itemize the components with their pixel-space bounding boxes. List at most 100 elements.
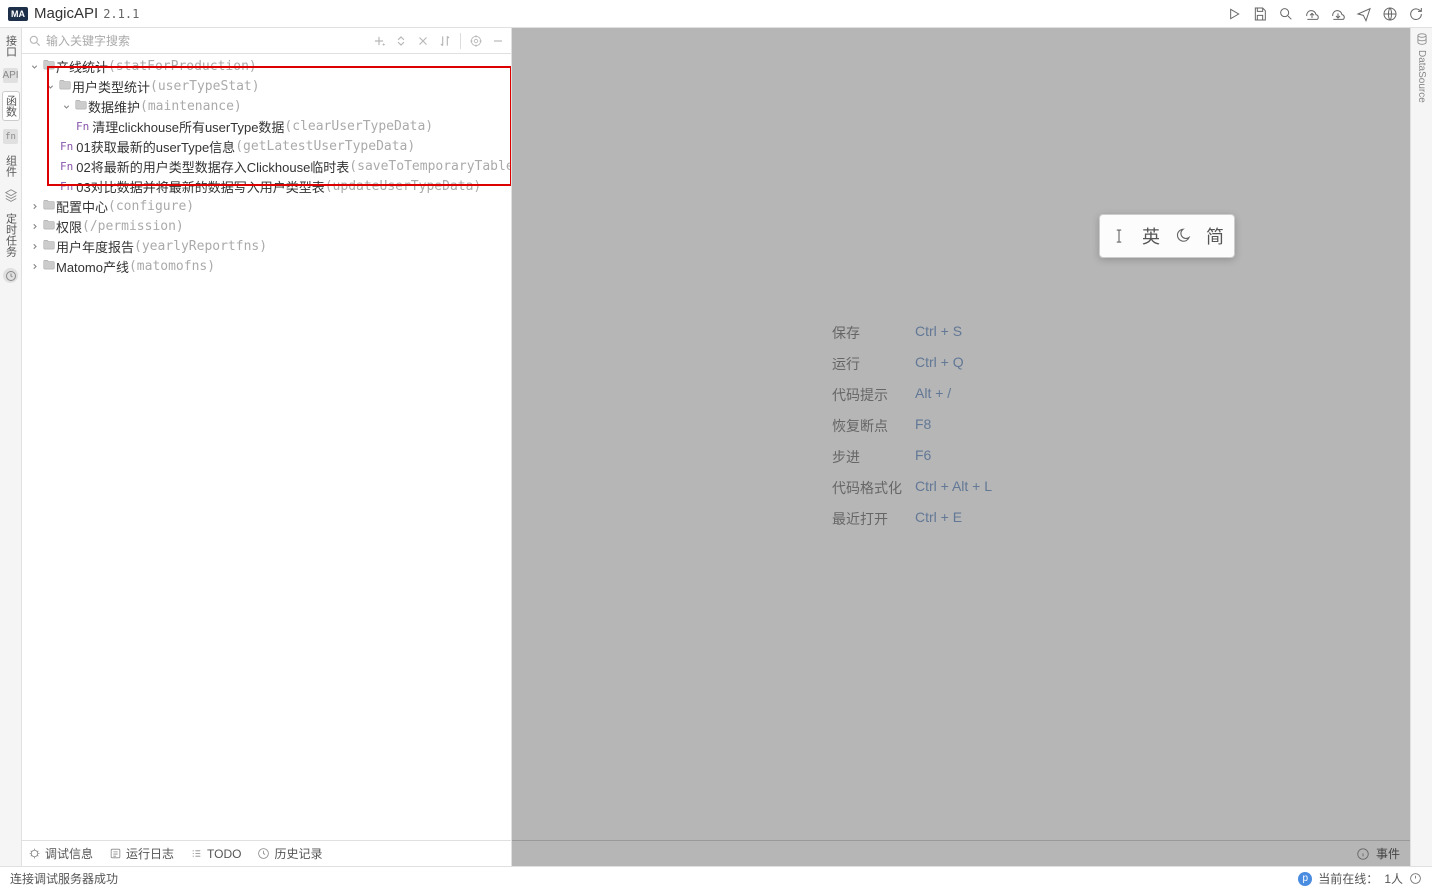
- rail-function[interactable]: 函数: [2, 91, 20, 121]
- shortcut-label: 最近打开: [832, 509, 907, 529]
- tab-event[interactable]: 事件: [1376, 845, 1400, 862]
- tree-label: 01获取最新的userType信息: [76, 137, 235, 156]
- tree-folder[interactable]: Matomo产线(matomofns): [22, 256, 511, 276]
- tree-fn[interactable]: Fn01获取最新的userType信息(getLatestUserTypeDat…: [22, 136, 511, 156]
- save-icon[interactable]: [1252, 6, 1268, 22]
- tree-folder[interactable]: 产线统计(statForProduction): [22, 56, 511, 76]
- api-icon: API: [3, 68, 18, 83]
- rail-api[interactable]: 接口: [3, 32, 19, 60]
- tree-label: 数据维护: [88, 97, 140, 116]
- tree-label: Matomo产线: [56, 257, 129, 276]
- chevron-right-icon[interactable]: [28, 220, 40, 232]
- tree-folder[interactable]: 数据维护(maintenance): [22, 96, 511, 116]
- app-title: MagicAPI: [34, 5, 98, 22]
- shortcut-key: Ctrl + S: [915, 323, 962, 343]
- tab-log[interactable]: 运行日志: [109, 845, 174, 862]
- database-icon[interactable]: [1415, 32, 1429, 46]
- tree-fn[interactable]: Fn清理clickhouse所有userType数据(clearUserType…: [22, 116, 511, 136]
- ime-cursor-icon[interactable]: [1110, 227, 1128, 245]
- shortcut-row: 恢复断点F8: [832, 416, 992, 436]
- rail-task[interactable]: 定时任务: [3, 210, 19, 260]
- shortcut-key: Alt + /: [915, 385, 951, 405]
- run-icon[interactable]: [1226, 6, 1242, 22]
- fn-badge: Fn: [60, 180, 73, 193]
- shortcut-row: 保存Ctrl + S: [832, 323, 992, 343]
- shortcut-key: Ctrl + Q: [915, 354, 964, 374]
- tree-alias: (statForProduction): [108, 59, 257, 74]
- folder-icon: [74, 98, 88, 115]
- shortcut-row: 运行 Ctrl + Q: [832, 354, 992, 374]
- power-icon[interactable]: [1409, 872, 1422, 885]
- online-label: 当前在线：: [1318, 870, 1378, 887]
- search-input[interactable]: [46, 34, 368, 48]
- shortcut-key: Ctrl + Alt + L: [915, 478, 992, 498]
- refresh-icon[interactable]: [1408, 6, 1424, 22]
- folder-icon: [58, 78, 72, 95]
- editor-area: 保存Ctrl + S 运行 Ctrl + Q 代码提示Alt + / 恢复断点F8 步进 F…: [512, 28, 1410, 866]
- tree-folder[interactable]: 权限(/permission): [22, 216, 511, 236]
- tree-label: 用户年度报告: [56, 237, 134, 256]
- folder-icon: [42, 198, 56, 215]
- shortcut-row: 代码格式化 Ctrl + Alt + L: [832, 478, 992, 498]
- close-icon[interactable]: [416, 34, 430, 48]
- chevron-right-icon[interactable]: [28, 200, 40, 212]
- footer: 连接调试服务器成功 p 当前在线： 1人: [0, 866, 1432, 890]
- tree-alias: (clearUserTypeData): [284, 119, 433, 134]
- right-rail: DataSource: [1410, 28, 1432, 866]
- header: MA MagicAPI 2.1.1: [0, 0, 1432, 28]
- ime-lang[interactable]: 英: [1142, 223, 1160, 249]
- tree-label: 03对比数据并将最新的数据写入用户类型表: [76, 177, 324, 196]
- folder-icon: [42, 58, 56, 75]
- globe-icon[interactable]: [1382, 6, 1398, 22]
- tree-label: 产线统计: [56, 57, 108, 76]
- tree-label: 用户类型统计: [72, 77, 150, 96]
- datasource-label[interactable]: DataSource: [1416, 50, 1427, 103]
- tree-alias: (maintenance): [140, 99, 242, 114]
- tree-folder[interactable]: 配置中心(configure): [22, 196, 511, 216]
- chevron-right-icon[interactable]: [28, 260, 40, 272]
- add-icon[interactable]: [372, 34, 386, 48]
- send-icon[interactable]: [1356, 6, 1372, 22]
- shortcut-row: 代码提示Alt + /: [832, 385, 992, 405]
- upload-icon[interactable]: [1304, 6, 1320, 22]
- chevron-down-icon[interactable]: [44, 80, 56, 92]
- tab-history[interactable]: 历史记录: [257, 845, 322, 862]
- chevron-down-icon[interactable]: [28, 60, 40, 72]
- expand-icon[interactable]: [394, 34, 408, 48]
- shortcut-label: 代码格式化: [832, 478, 907, 498]
- search-icon: [28, 34, 42, 48]
- tree-folder[interactable]: 用户类型统计(userTypeStat): [22, 76, 511, 96]
- tree: 产线统计(statForProduction) 用户类型统计(userTypeS…: [22, 54, 511, 840]
- app-logo: MA: [8, 7, 28, 21]
- tab-debug[interactable]: 调试信息: [28, 845, 93, 862]
- shortcut-row: 步进 F6: [832, 447, 992, 467]
- ime-shape[interactable]: 简: [1206, 223, 1224, 249]
- shortcut-label: 运行: [832, 354, 907, 374]
- sort-icon[interactable]: [438, 34, 452, 48]
- rail-component[interactable]: 组件: [3, 152, 19, 180]
- left-rail: 接口 API 函数 fn 组件 定时任务: [0, 28, 22, 866]
- tab-todo[interactable]: TODO: [190, 847, 241, 861]
- tree-alias: (configure): [108, 199, 194, 214]
- app-version: 2.1.1: [103, 7, 139, 21]
- tree-fn[interactable]: Fn02将最新的用户类型数据存入Clickhouse临时表(saveToTemp…: [22, 156, 511, 176]
- tree-folder[interactable]: 用户年度报告(yearlyReportfns): [22, 236, 511, 256]
- sidebar-bottom-tabs: 调试信息 运行日志 TODO 历史记录: [22, 840, 511, 866]
- download-icon[interactable]: [1330, 6, 1346, 22]
- search-bar: [22, 28, 511, 54]
- shortcut-key: F6: [915, 447, 931, 467]
- tree-label: 权限: [56, 217, 82, 236]
- tree-fn[interactable]: Fn03对比数据并将最新的数据写入用户类型表(updateUserTypeDat…: [22, 176, 511, 196]
- search-icon[interactable]: [1278, 6, 1294, 22]
- fn-badge: Fn: [60, 160, 73, 173]
- minimize-icon[interactable]: [491, 34, 505, 48]
- info-icon: [1356, 847, 1370, 861]
- target-icon[interactable]: [469, 34, 483, 48]
- ime-widget[interactable]: 英 简: [1099, 214, 1235, 258]
- tree-alias: (yearlyReportfns): [134, 239, 267, 254]
- ime-moon-icon[interactable]: [1174, 227, 1192, 245]
- folder-icon: [42, 258, 56, 275]
- chevron-right-icon[interactable]: [28, 240, 40, 252]
- shortcut-label: 步进: [832, 447, 907, 467]
- chevron-down-icon[interactable]: [60, 100, 72, 112]
